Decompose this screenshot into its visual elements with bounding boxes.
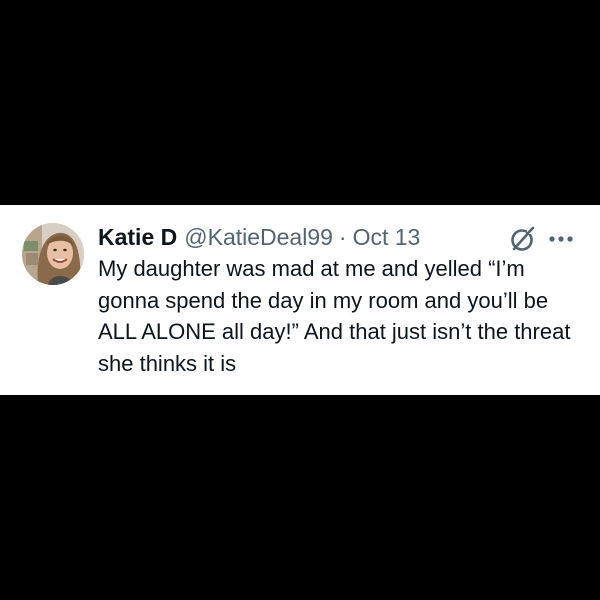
more-horizontal-icon[interactable] bbox=[546, 225, 576, 253]
avatar[interactable] bbox=[22, 223, 84, 285]
header-separator: · bbox=[338, 223, 347, 250]
display-name[interactable]: Katie D bbox=[98, 224, 177, 251]
tweet-text: My daughter was mad at me and yelled “I’… bbox=[98, 256, 571, 376]
avatar-photo bbox=[22, 223, 84, 285]
screenshot-canvas: Katie D @KatieDeal99 · Oct 13 My daughte… bbox=[0, 0, 600, 600]
tweet-header: Katie D @KatieDeal99 · Oct 13 bbox=[98, 221, 420, 253]
grok-icon[interactable] bbox=[508, 225, 536, 253]
tweet-date[interactable]: Oct 13 bbox=[353, 224, 421, 251]
user-handle[interactable]: @KatieDeal99 bbox=[184, 224, 333, 251]
tweet-card[interactable]: Katie D @KatieDeal99 · Oct 13 My daughte… bbox=[0, 205, 600, 395]
